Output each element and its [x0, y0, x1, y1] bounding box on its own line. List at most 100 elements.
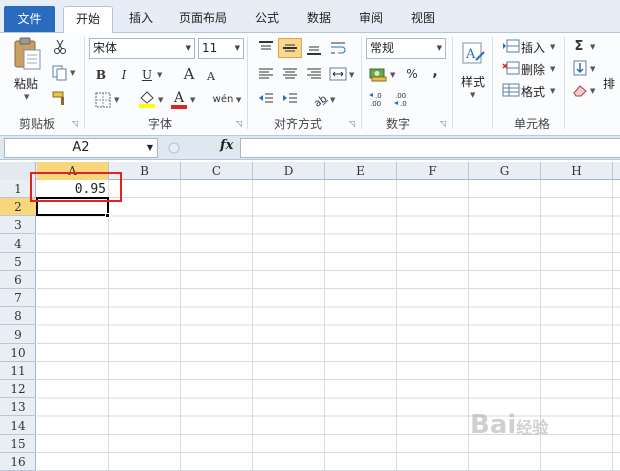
insert-cells-button[interactable]: 插入	[521, 39, 545, 56]
decrease-decimal-button[interactable]: .00.0	[392, 90, 414, 108]
accounting-dropdown-icon[interactable]: ▼	[390, 71, 395, 79]
row-header-9[interactable]: 9	[0, 326, 36, 344]
grow-font-button[interactable]: A	[180, 65, 198, 83]
align-right-icon[interactable]	[304, 65, 324, 83]
font-dialog-launcher-icon[interactable]: ◹	[236, 119, 242, 128]
styles-icon[interactable]: A	[462, 39, 486, 67]
format-dropdown-icon[interactable]: ▼	[550, 87, 555, 95]
formula-bar-splitter-icon[interactable]	[166, 139, 182, 157]
phonetic-dropdown-icon[interactable]: ▼	[236, 96, 241, 104]
font-size-combo[interactable]: 11 ▼	[198, 38, 244, 59]
column-header-f[interactable]: F	[397, 162, 469, 180]
paste-dropdown-icon[interactable]: ▼	[24, 93, 29, 101]
fill-color-dropdown-icon[interactable]: ▼	[158, 96, 163, 104]
cut-icon[interactable]	[52, 39, 68, 55]
align-top-icon[interactable]	[256, 38, 276, 58]
tab-insert[interactable]: 插入	[120, 6, 162, 33]
font-color-icon[interactable]: A	[170, 89, 188, 109]
delete-cells-button[interactable]: 删除	[521, 61, 545, 78]
fill-icon[interactable]	[572, 60, 588, 76]
border-dropdown-icon[interactable]: ▼	[114, 96, 119, 104]
row-header-10[interactable]: 10	[0, 344, 36, 362]
row-header-7[interactable]: 7	[0, 289, 36, 308]
clear-icon[interactable]	[572, 82, 588, 98]
chevron-down-icon[interactable]: ▼	[235, 39, 240, 58]
row-header-3[interactable]: 3	[0, 216, 36, 235]
comma-style-button[interactable]: ,	[427, 63, 443, 81]
decrease-indent-icon[interactable]	[256, 90, 276, 108]
row-header-13[interactable]: 13	[0, 398, 36, 417]
align-bottom-icon[interactable]	[304, 38, 324, 58]
styles-dropdown-icon[interactable]: ▼	[470, 91, 475, 99]
row-header-12[interactable]: 12	[0, 380, 36, 399]
chevron-down-icon[interactable]: ▼	[186, 39, 191, 58]
orientation-icon[interactable]: ab	[310, 90, 330, 108]
tab-view[interactable]: 视图	[402, 6, 444, 33]
autosum-button[interactable]: Σ	[572, 38, 586, 54]
tab-page-layout[interactable]: 页面布局	[170, 6, 236, 33]
paste-button[interactable]: 粘贴	[14, 75, 38, 92]
chevron-down-icon[interactable]: ▼	[437, 39, 442, 58]
row-header-16[interactable]: 16	[0, 453, 36, 471]
orientation-dropdown-icon[interactable]: ▼	[330, 96, 335, 104]
column-header-d[interactable]: D	[253, 162, 325, 180]
italic-button[interactable]: I	[115, 66, 133, 84]
row-header-4[interactable]: 4	[0, 235, 36, 253]
styles-button[interactable]: 样式	[461, 73, 485, 90]
number-format-combo[interactable]: 常规 ▼	[366, 38, 446, 59]
copy-icon[interactable]	[52, 65, 68, 81]
delete-dropdown-icon[interactable]: ▼	[550, 65, 555, 73]
format-cells-button[interactable]: 格式	[521, 83, 545, 100]
alignment-dialog-launcher-icon[interactable]: ◹	[349, 119, 355, 128]
underline-dropdown-icon[interactable]: ▼	[157, 71, 162, 79]
bold-button[interactable]: B	[92, 66, 110, 84]
align-left-icon[interactable]	[256, 65, 276, 83]
format-cells-icon[interactable]	[502, 82, 520, 98]
shrink-font-button[interactable]: A	[203, 68, 219, 84]
clear-dropdown-icon[interactable]: ▼	[590, 87, 595, 95]
align-center-icon[interactable]	[280, 65, 300, 83]
merge-dropdown-icon[interactable]: ▼	[349, 71, 354, 79]
tab-home[interactable]: 开始	[63, 6, 113, 34]
fill-color-icon[interactable]	[138, 90, 156, 108]
insert-cells-icon[interactable]	[502, 38, 520, 54]
tab-review[interactable]: 审阅	[350, 6, 392, 33]
border-icon[interactable]	[94, 91, 112, 109]
row-header-8[interactable]: 8	[0, 307, 36, 326]
row-header-5[interactable]: 5	[0, 253, 36, 271]
merge-center-icon[interactable]	[328, 65, 348, 83]
sort-filter-button[interactable]: 排	[603, 75, 615, 92]
phonetic-guide-button[interactable]: wén	[211, 90, 235, 108]
font-name-combo[interactable]: 宋体 ▼	[89, 38, 195, 59]
font-color-dropdown-icon[interactable]: ▼	[190, 96, 195, 104]
accounting-format-icon[interactable]	[368, 65, 388, 83]
column-header-c[interactable]: C	[181, 162, 253, 180]
delete-cells-icon[interactable]	[502, 60, 520, 76]
tab-formulas[interactable]: 公式	[246, 6, 288, 33]
fill-dropdown-icon[interactable]: ▼	[590, 65, 595, 73]
row-header-6[interactable]: 6	[0, 271, 36, 289]
name-box[interactable]: A2 ▼	[4, 138, 158, 158]
paste-icon[interactable]	[10, 37, 44, 71]
tab-file[interactable]: 文件	[4, 6, 55, 32]
number-dialog-launcher-icon[interactable]: ◹	[440, 119, 446, 128]
percent-style-button[interactable]: %	[403, 65, 421, 83]
insert-dropdown-icon[interactable]: ▼	[550, 43, 555, 51]
insert-function-button[interactable]: fx	[220, 138, 233, 153]
chevron-down-icon[interactable]: ▼	[147, 139, 153, 157]
row-header-14[interactable]: 14	[0, 417, 36, 435]
clipboard-dialog-launcher-icon[interactable]: ◹	[72, 119, 78, 128]
increase-indent-icon[interactable]	[280, 90, 300, 108]
fill-handle[interactable]	[105, 213, 110, 218]
column-header-e[interactable]: E	[325, 162, 397, 180]
column-header-g[interactable]: G	[469, 162, 541, 180]
row-header-15[interactable]: 15	[0, 435, 36, 453]
align-middle-icon[interactable]	[278, 38, 302, 58]
tab-data[interactable]: 数据	[298, 6, 340, 33]
copy-dropdown-icon[interactable]: ▼	[70, 69, 75, 77]
format-painter-icon[interactable]	[52, 90, 68, 106]
formula-input[interactable]	[240, 138, 620, 158]
wrap-text-icon[interactable]	[328, 38, 348, 58]
autosum-dropdown-icon[interactable]: ▼	[590, 43, 595, 51]
underline-button[interactable]: U	[138, 66, 156, 84]
